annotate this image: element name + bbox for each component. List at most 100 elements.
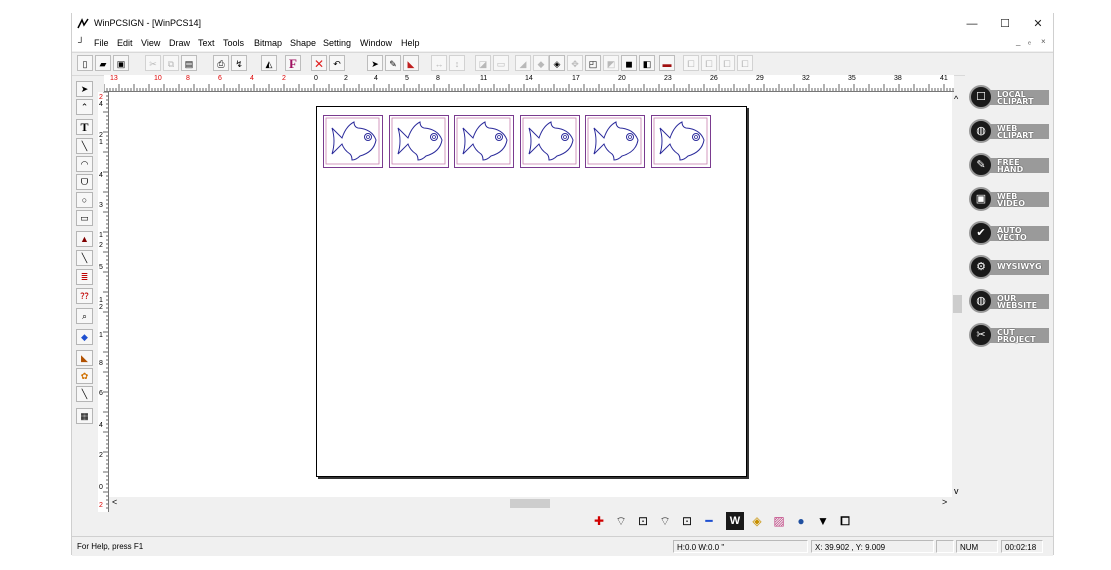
select-tool-icon[interactable]: ➤: [76, 81, 93, 97]
stamp-tool-icon[interactable]: ▲: [76, 231, 93, 247]
rectangle-tool-icon[interactable]: ▭: [76, 210, 93, 226]
scroll-down-icon[interactable]: v: [954, 486, 959, 496]
layer-1-icon[interactable]: ⧠: [683, 55, 699, 71]
paste-icon[interactable]: ▤: [181, 55, 197, 71]
open-folder-icon[interactable]: ▰: [95, 55, 111, 71]
layer-2-icon[interactable]: ⧠: [701, 55, 717, 71]
node-move-icon[interactable]: ⊡: [678, 512, 696, 530]
layer-4-icon[interactable]: ⧠: [737, 55, 753, 71]
text-tool-icon[interactable]: T: [76, 119, 93, 135]
save-icon[interactable]: ▣: [113, 55, 129, 71]
copy-icon[interactable]: ⧉: [163, 55, 179, 71]
weed-icon[interactable]: ◭: [261, 55, 277, 71]
auto-vecto-button[interactable]: AUTO VECTO ✔: [969, 221, 1051, 247]
menu-setting[interactable]: Setting: [323, 38, 351, 48]
mdi-minimize-button[interactable]: _: [1016, 37, 1020, 46]
menu-window[interactable]: Window: [360, 38, 392, 48]
maximize-button[interactable]: ☐: [988, 13, 1022, 35]
scroll-up-icon[interactable]: ^: [954, 94, 958, 104]
text-frame-icon[interactable]: ⁇: [76, 288, 93, 304]
print-icon[interactable]: ⎙: [213, 55, 229, 71]
palette-icon[interactable]: ▨: [770, 512, 788, 530]
group-icon[interactable]: ◼: [621, 55, 637, 71]
vertical-flip-icon[interactable]: ↕: [449, 55, 465, 71]
knife-tool-icon[interactable]: ╲: [76, 250, 93, 266]
fish-shape[interactable]: [388, 115, 449, 168]
ellipse-tool-icon[interactable]: ○: [76, 192, 93, 208]
knife-icon[interactable]: ◢: [515, 55, 531, 71]
menu-edit[interactable]: Edit: [117, 38, 133, 48]
weld-icon[interactable]: ◰: [585, 55, 601, 71]
fish-shape[interactable]: [323, 115, 383, 168]
local-clipart-button[interactable]: LOCAL CLIPART ☐: [969, 85, 1051, 111]
layer-3-icon[interactable]: ⧠: [719, 55, 735, 71]
fill-tool-icon[interactable]: ◆: [76, 329, 93, 345]
design-page[interactable]: [316, 106, 747, 477]
fish-shape[interactable]: [650, 115, 711, 168]
contour-icon[interactable]: ▬: [659, 55, 675, 71]
horizontal-flip-icon[interactable]: ↔: [431, 55, 447, 71]
mdi-restore-button[interactable]: ₑ: [1028, 37, 1031, 46]
node-edit-icon[interactable]: ✎: [385, 55, 401, 71]
menu-help[interactable]: Help: [401, 38, 420, 48]
minimize-button[interactable]: —: [955, 13, 989, 35]
fish-shape[interactable]: [519, 115, 580, 168]
zoom-tool-icon[interactable]: ⌕: [76, 308, 93, 324]
cut-project-button[interactable]: CUT PROJECT ✂: [969, 323, 1051, 349]
vertical-scroll-thumb[interactable]: [953, 295, 962, 313]
calculator-icon[interactable]: ▦: [76, 408, 93, 424]
font-icon[interactable]: F: [285, 55, 301, 71]
delete-icon[interactable]: ✕: [311, 55, 327, 71]
fill-icon[interactable]: ◈: [549, 55, 565, 71]
line-tool-icon[interactable]: ╲: [76, 138, 93, 154]
wysiwyg-button[interactable]: WYSIWYG ⚙: [969, 255, 1051, 281]
node-connect-icon[interactable]: ⌔: [612, 512, 630, 530]
menu-text[interactable]: Text: [198, 38, 215, 48]
web-video-button[interactable]: WEB VIDEO ▣: [969, 187, 1051, 213]
cut-plotter-icon[interactable]: ↯: [231, 55, 247, 71]
menu-draw[interactable]: Draw: [169, 38, 190, 48]
free-hand-button[interactable]: FREE HAND ✎: [969, 153, 1051, 179]
node-tool-icon[interactable]: ⌃: [76, 99, 93, 115]
select-arrow-icon[interactable]: ➤: [367, 55, 383, 71]
scroll-left-icon[interactable]: <: [112, 497, 117, 507]
wysiwyg-w-icon[interactable]: W: [726, 512, 744, 530]
fish-shape[interactable]: [585, 115, 645, 168]
menu-shape[interactable]: Shape: [290, 38, 316, 48]
transform-icon[interactable]: ✥: [567, 55, 583, 71]
bezier-tool-icon[interactable]: ᗜ: [76, 174, 93, 190]
node-break-icon[interactable]: ⊡: [634, 512, 652, 530]
close-button[interactable]: ✕: [1021, 13, 1055, 35]
coin-icon[interactable]: ◈: [748, 512, 766, 530]
web-clipart-button[interactable]: WEB CLIPART ◍: [969, 119, 1051, 145]
add-node-icon[interactable]: ✚: [590, 512, 608, 530]
globe-icon[interactable]: ●: [792, 512, 810, 530]
undo-icon[interactable]: ↶: [329, 55, 345, 71]
color-wheel-icon[interactable]: ✿: [76, 368, 93, 384]
horizontal-scroll-thumb[interactable]: [510, 499, 550, 508]
arc-tool-icon[interactable]: ◠: [76, 156, 93, 172]
scroll-right-icon[interactable]: >: [942, 497, 947, 507]
fish-shape[interactable]: [454, 115, 514, 168]
distribute-icon[interactable]: ▭: [493, 55, 509, 71]
eraser-icon[interactable]: ◆: [533, 55, 549, 71]
vertical-scrollbar[interactable]: ^ v: [952, 92, 964, 498]
combine-icon[interactable]: ◩: [603, 55, 619, 71]
cut-icon[interactable]: ✂: [145, 55, 161, 71]
mirror-icon[interactable]: ◣: [403, 55, 419, 71]
menu-view[interactable]: View: [141, 38, 160, 48]
tshirt-icon[interactable]: ▼: [814, 512, 832, 530]
menu-bitmap[interactable]: Bitmap: [254, 38, 282, 48]
drawing-canvas[interactable]: [109, 92, 952, 498]
document-icon[interactable]: ┘: [78, 37, 84, 47]
menu-tools[interactable]: Tools: [223, 38, 244, 48]
mdi-close-button[interactable]: ×: [1041, 37, 1046, 46]
paint-bucket-icon[interactable]: ◣: [76, 350, 93, 366]
new-file-icon[interactable]: ▯: [77, 55, 93, 71]
pen-tool-icon[interactable]: ╲: [76, 386, 93, 402]
our-website-button[interactable]: OUR WEBSITE ◍: [969, 289, 1051, 315]
text-properties-icon[interactable]: ≣: [76, 269, 93, 285]
horizontal-scrollbar[interactable]: < >: [109, 497, 952, 509]
crop-icon[interactable]: ⧠: [836, 512, 854, 530]
text-on-path-icon[interactable]: ⌔: [656, 512, 674, 530]
